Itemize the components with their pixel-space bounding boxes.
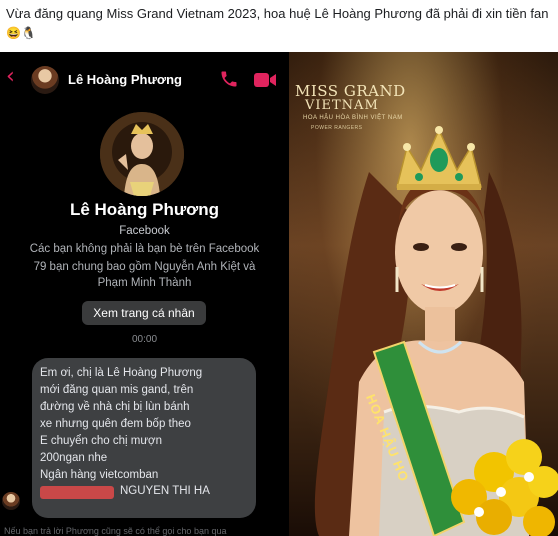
message-timestamp: 00:00 [131,334,158,345]
post-image[interactable]: ‹ Lê Hoàng Phương Lê Hoàng Phương Facebo… [0,52,558,536]
mutual-friends-line-1: 79 bạn chung bao gồm Nguyễn Anh Kiệt và [33,261,256,273]
message-line: xe nhưng quên đem bốp theo [40,418,191,430]
profile-avatar[interactable] [100,112,184,196]
caption-emojis: 😆🐧 [6,26,36,40]
account-holder: NGUYEN THI HA [120,485,210,497]
profile-name: Lê Hoàng Phương [69,200,220,219]
contact-name[interactable]: Lê Hoàng Phương [68,72,182,87]
back-chevron-icon[interactable]: ‹ [6,66,15,88]
messenger-screenshot: ‹ Lê Hoàng Phương Lê Hoàng Phương Facebo… [0,52,289,536]
chat-header: ‹ Lê Hoàng Phương [0,52,289,106]
post-caption: Vừa đăng quang Miss Grand Vietnam 2023, … [6,4,552,43]
view-profile-button[interactable]: Xem trang cá nhân [82,301,206,325]
phone-call-icon[interactable] [219,69,239,89]
message-line: Ngân hàng vietcomban [40,469,159,481]
sender-avatar [2,492,20,510]
mutual-friends-line-2: Phạm Minh Thành [97,277,192,289]
not-friends-notice: Các bạn không phải là bạn bè trên Facebo… [29,243,260,255]
message-line: 200ngan nhe [40,452,108,464]
message-line: E chuyển cho chị mượn [40,435,162,447]
profile-platform: Facebook [119,225,170,237]
redacted-account-number [40,486,114,499]
crown-icon [396,126,482,190]
avatar[interactable] [31,66,59,94]
caption-text: Vừa đăng quang Miss Grand Vietnam 2023, … [6,6,549,21]
reply-notice: Nếu bạn trả lời Phương cũng sẽ có thể gọ… [4,526,227,536]
message-line: mới đăng quan mis gand, trên [40,384,194,396]
pageant-photo: MISS GRAND VIETNAM HOA HẬU HÒA BÌNH VIỆT… [289,52,558,536]
message-line: đường về nhà chị bị lùn bánh [40,401,190,413]
queen-portrait [314,126,558,536]
message-line: Em ơi, chị là Lê Hoàng Phương [40,367,203,379]
video-call-icon[interactable] [253,71,277,89]
